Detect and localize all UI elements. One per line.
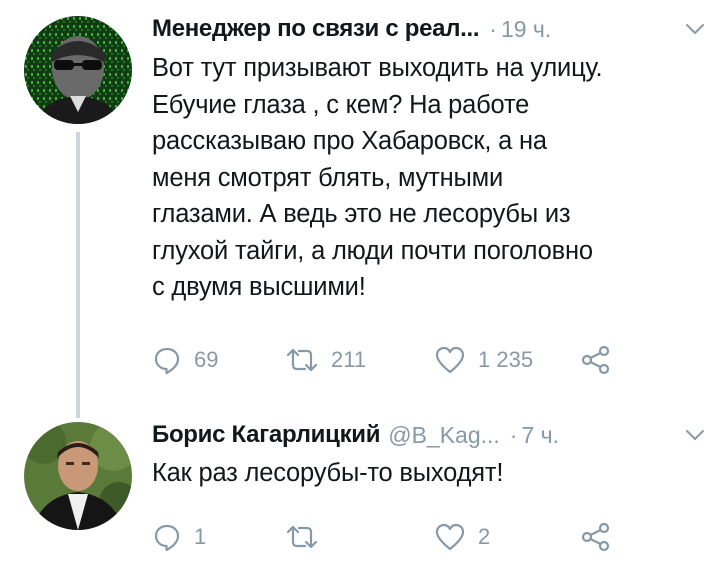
avatar-image	[24, 16, 132, 124]
like-count: 2	[478, 524, 491, 549]
avatar-image	[24, 422, 132, 530]
heart-icon	[435, 523, 465, 551]
reply-button[interactable]: 69	[152, 343, 218, 377]
author-handle[interactable]: @B_Kag...	[388, 422, 500, 449]
like-button[interactable]: 1 235	[434, 343, 533, 377]
timestamp[interactable]: 7 ч.	[521, 422, 559, 449]
avatar[interactable]	[24, 16, 132, 124]
author-name[interactable]: Менеджер по связи с реал...	[152, 15, 480, 43]
timestamp[interactable]: 19 ч.	[501, 16, 551, 43]
reply-icon	[154, 347, 180, 375]
avatar[interactable]	[24, 422, 132, 530]
reply-count: 1	[194, 524, 207, 549]
reply-count: 69	[194, 347, 219, 372]
tweet-header: Менеджер по связи с реал... · 19 ч.	[152, 12, 700, 46]
retweet-count: 211	[331, 347, 367, 372]
reply-button[interactable]: 1	[152, 520, 206, 554]
like-count: 1 235	[478, 347, 534, 372]
retweet-icon	[286, 348, 318, 372]
thread-line	[76, 132, 80, 418]
separator-dot: ·	[489, 15, 497, 42]
share-button[interactable]	[580, 343, 612, 377]
tweet[interactable]: Борис Кагарлицкий @B_Kag... · 7 ч. Как р…	[0, 410, 720, 564]
heart-icon	[435, 346, 465, 374]
tweet-text: Как раз лесорубы-то выходят!	[152, 459, 504, 487]
tweet-text: Вот тут призывают выходить на улицу. Ебу…	[152, 54, 603, 301]
like-button[interactable]: 2	[434, 520, 490, 554]
retweet-icon	[286, 525, 318, 549]
share-icon	[581, 522, 610, 552]
chevron-down-icon[interactable]	[682, 422, 708, 448]
retweet-button[interactable]: 211	[285, 343, 366, 377]
author-name[interactable]: Борис Кагарлицкий	[152, 421, 381, 449]
reply-icon	[154, 524, 180, 552]
share-icon	[581, 345, 610, 375]
share-button[interactable]	[580, 520, 612, 554]
tweet-header: Борис Кагарлицкий @B_Kag... · 7 ч.	[152, 418, 700, 452]
separator-dot: ·	[509, 421, 518, 448]
tweet[interactable]: Менеджер по связи с реал... · 19 ч. Вот …	[0, 0, 720, 418]
tweet-actions: 1 2	[152, 520, 622, 554]
retweet-button[interactable]	[285, 520, 331, 554]
chevron-down-icon[interactable]	[682, 16, 708, 42]
tweet-actions: 69 211 1 235	[152, 343, 622, 377]
